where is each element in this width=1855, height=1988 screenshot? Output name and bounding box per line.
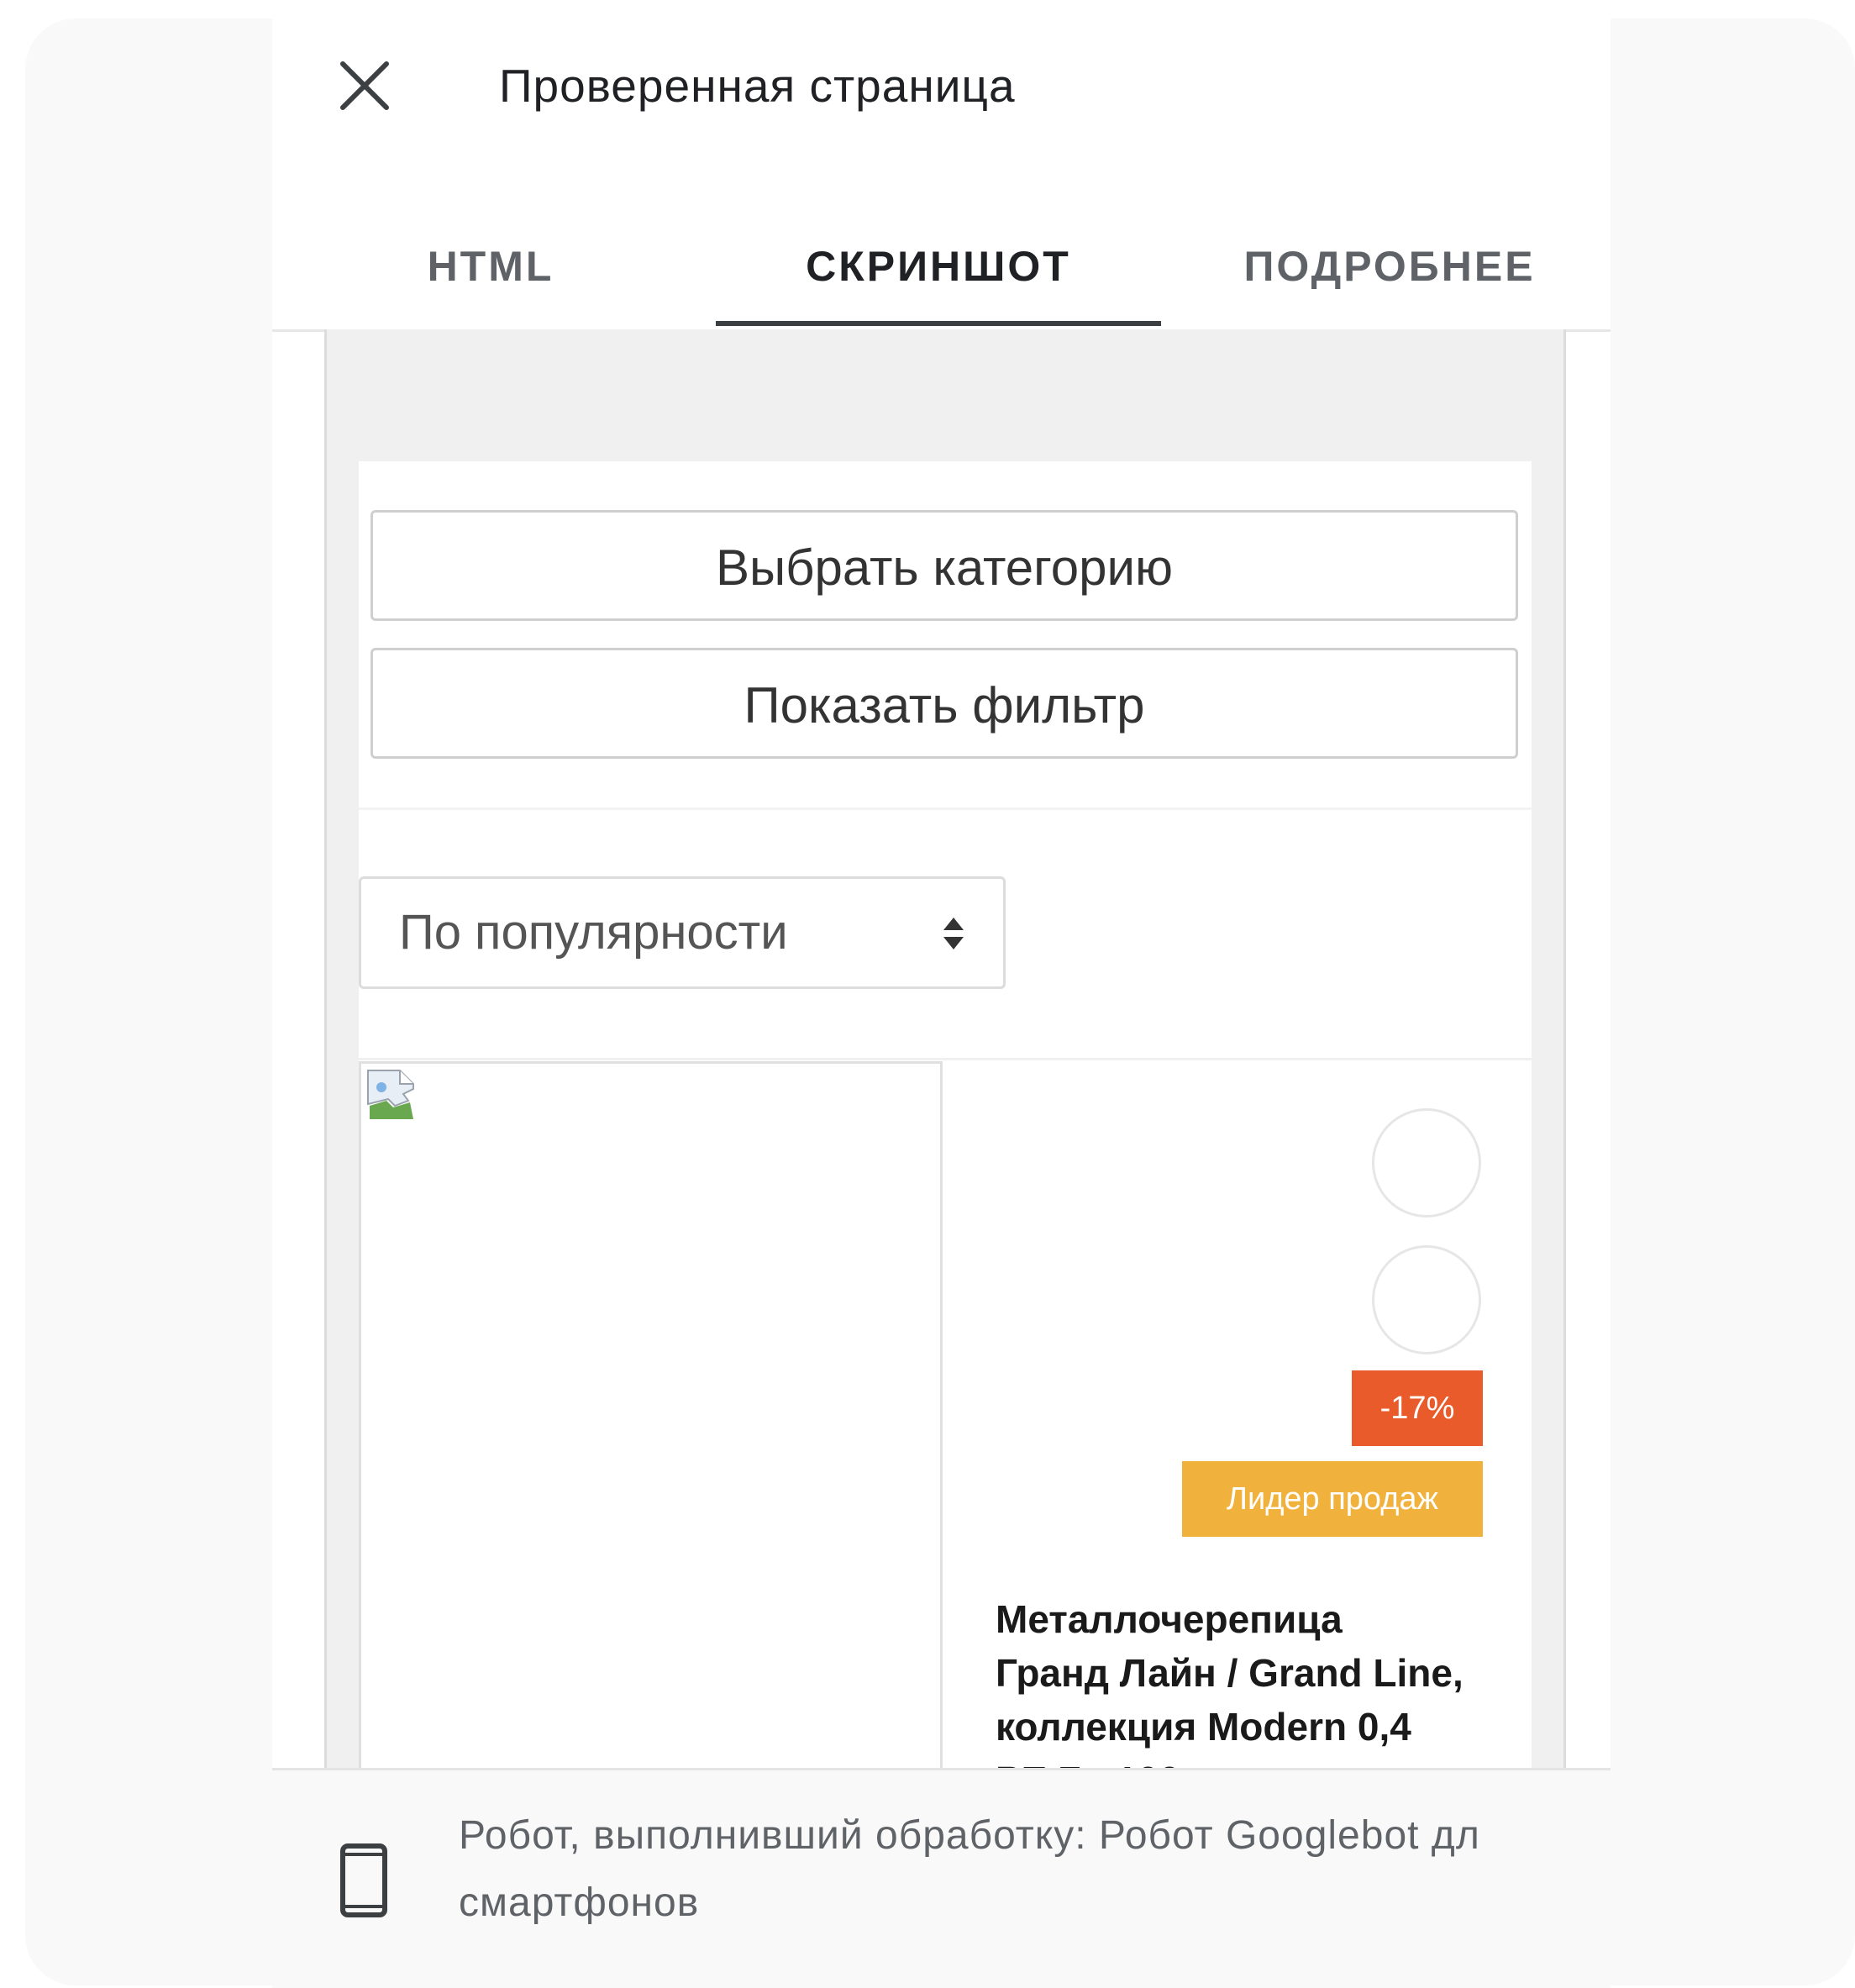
sort-arrows-icon	[941, 914, 966, 953]
rendered-page: Выбрать категорию Показать фильтр По поп…	[359, 461, 1532, 1775]
divider	[359, 807, 1532, 810]
crawler-text: Робот, выполнивший обработку: Робот Goog…	[459, 1813, 1480, 1925]
tab-html[interactable]: HTML	[339, 212, 642, 321]
show-filter-button[interactable]: Показать фильтр	[370, 648, 1518, 759]
smartphone-icon	[339, 1843, 388, 1918]
tab-screenshot[interactable]: СКРИНШОТ	[716, 212, 1161, 321]
bestseller-badge: Лидер продаж	[1182, 1461, 1483, 1537]
inspection-panel: Проверенная страница HTML СКРИНШОТ ПОДРО…	[272, 18, 1611, 1988]
broken-image-icon	[366, 1069, 415, 1121]
panel-header: Проверенная страница HTML СКРИНШОТ ПОДРО…	[272, 18, 1611, 332]
product-image[interactable]	[359, 1061, 943, 1775]
sort-select[interactable]: По популярности	[359, 876, 1006, 989]
favorite-button[interactable]	[1372, 1245, 1481, 1354]
close-button[interactable]	[331, 52, 398, 119]
choose-category-button[interactable]: Выбрать категорию	[370, 510, 1518, 621]
screenshot-frame[interactable]: Выбрать категорию Показать фильтр По поп…	[324, 329, 1566, 1775]
compare-button[interactable]	[1372, 1108, 1481, 1218]
close-icon	[340, 61, 389, 110]
discount-badge: -17%	[1352, 1370, 1483, 1446]
sort-select-value: По популярности	[399, 905, 788, 960]
crawler-info: Робот, выполнивший обработку: Робот Goog…	[272, 1768, 1611, 1988]
product-title[interactable]: Металлочерепица Гранд Лайн / Grand Line,…	[996, 1592, 1466, 1775]
page-title: Проверенная страница	[499, 60, 1016, 112]
tab-details[interactable]: ПОДРОБНЕЕ	[1196, 212, 1583, 321]
divider	[359, 1058, 1532, 1060]
active-tab-indicator	[716, 321, 1161, 326]
